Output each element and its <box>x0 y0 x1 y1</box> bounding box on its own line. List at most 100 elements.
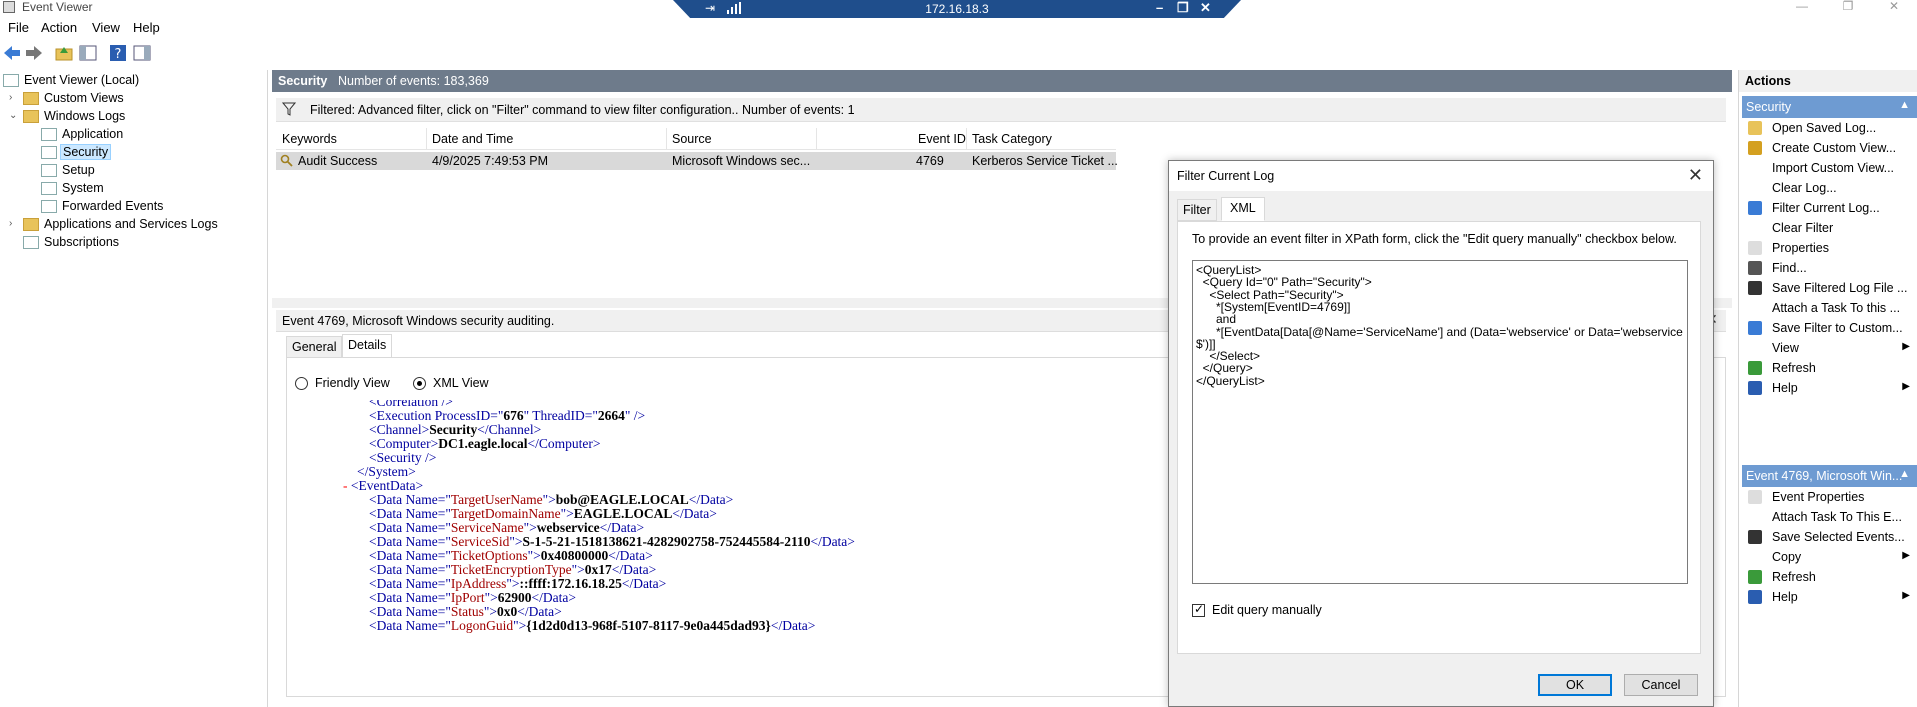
column-separator[interactable] <box>666 128 667 150</box>
dialog-close-icon[interactable]: ✕ <box>1688 165 1703 186</box>
column-separator[interactable] <box>426 128 427 150</box>
action-label: Help <box>1772 381 1798 395</box>
menu-help[interactable]: Help <box>133 20 160 35</box>
action-label: Filter Current Log... <box>1772 201 1880 215</box>
xml-tag: "> <box>523 520 537 535</box>
svg-text:?: ? <box>115 47 122 62</box>
help-icon[interactable]: ? <box>108 43 128 63</box>
show-hide-action-pane-icon[interactable] <box>132 43 152 63</box>
xml-tag: <Data Name=" <box>369 492 451 507</box>
column-task-category[interactable]: Task Category <box>972 132 1052 148</box>
toolbar: ? <box>0 41 1917 65</box>
action-item[interactable]: Clear Log... <box>1742 178 1917 198</box>
xml-data-value: 0x17 <box>584 562 612 577</box>
column-keywords[interactable]: Keywords <box>282 132 337 148</box>
menu-file[interactable]: File <box>8 20 29 35</box>
actions-section-event[interactable]: Event 4769, Microsoft Win... ▲ <box>1742 465 1917 487</box>
ok-button[interactable]: OK <box>1538 674 1612 696</box>
xml-data-name: TicketOptions <box>450 548 528 563</box>
filter-current-log-dialog: Filter Current Log ✕ Filter XML To provi… <box>1168 160 1714 707</box>
action-label: Attach a Task To this ... <box>1772 301 1901 315</box>
chevron-right-icon[interactable]: › <box>9 218 19 229</box>
query-line: *[EventData[Data[@Name='ServiceName'] an… <box>1196 324 1683 339</box>
column-event-id[interactable]: Event ID <box>918 132 966 148</box>
help-icon <box>1748 381 1762 395</box>
clear-log-icon <box>1748 181 1762 195</box>
chevron-right-icon[interactable]: › <box>9 92 19 103</box>
tab-filter[interactable]: Filter <box>1177 199 1217 221</box>
action-item[interactable]: Save Filtered Log File ... <box>1742 278 1917 298</box>
event-viewer-icon <box>3 74 19 87</box>
actions-pane: Actions Security ▲ Open Saved Log... Crea… <box>1738 70 1917 707</box>
cancel-button[interactable]: Cancel <box>1624 674 1698 696</box>
action-item[interactable]: Refresh <box>1742 358 1917 378</box>
rd-close-icon[interactable]: ✕ <box>1200 0 1211 16</box>
action-item[interactable]: Create Custom View... <box>1742 138 1917 158</box>
submenu-arrow-icon: ▶ <box>1902 550 1910 561</box>
action-item[interactable]: Clear Filter <box>1742 218 1917 238</box>
query-text-area[interactable]: <QueryList> <Query Id="0" Path="Security… <box>1192 260 1688 584</box>
action-label: Import Custom View... <box>1772 161 1895 175</box>
action-item[interactable]: Find... <box>1742 258 1917 278</box>
collapse-up-icon[interactable]: ▲ <box>1899 468 1910 480</box>
close-icon[interactable]: ✕ <box>1871 0 1917 16</box>
column-separator[interactable] <box>816 128 817 150</box>
tab-xml[interactable]: XML <box>1221 197 1265 221</box>
checkbox-checked[interactable] <box>1192 602 1205 617</box>
action-item[interactable]: View ▶ <box>1742 338 1917 358</box>
table-row[interactable]: Audit Success 4/9/2025 7:49:53 PM Micros… <box>276 152 1118 170</box>
minimize-icon[interactable]: — <box>1779 0 1825 16</box>
column-separator[interactable] <box>966 128 967 150</box>
actions-section-security[interactable]: Security ▲ <box>1742 96 1917 118</box>
chevron-down-icon[interactable]: ⌄ <box>9 110 19 121</box>
column-date-time[interactable]: Date and Time <box>432 132 513 148</box>
xml-data-name: IpPort <box>450 590 485 605</box>
rd-restore-icon[interactable]: ❐ <box>1177 0 1189 16</box>
xml-data-name: TargetDomainName <box>450 506 561 521</box>
funnel-icon <box>1748 201 1762 215</box>
action-item[interactable]: Attach Task To This E... <box>1742 507 1917 527</box>
refresh-icon <box>1748 361 1762 375</box>
view-icon <box>1748 341 1762 355</box>
xml-tag: <Data Name=" <box>369 590 451 605</box>
refresh-icon <box>1748 570 1762 584</box>
maximize-icon[interactable]: ❐ <box>1825 0 1871 16</box>
action-item[interactable]: Filter Current Log... <box>1742 198 1917 218</box>
column-source[interactable]: Source <box>672 132 712 148</box>
xml-tag: </Data> <box>621 576 667 591</box>
action-item[interactable]: Help ▶ <box>1742 587 1917 607</box>
action-label: Save Filter to Custom... <box>1772 321 1903 335</box>
action-item[interactable]: Event Properties <box>1742 487 1917 507</box>
action-item[interactable]: Save Filter to Custom... <box>1742 318 1917 338</box>
action-item[interactable]: Save Selected Events... <box>1742 527 1917 547</box>
save-icon <box>1748 530 1762 544</box>
actions-header: Actions <box>1739 70 1917 92</box>
collapse-up-icon[interactable]: ▲ <box>1899 99 1910 111</box>
radio-off <box>295 377 308 390</box>
collapse-toggle[interactable]: - <box>343 478 348 493</box>
action-label: Save Selected Events... <box>1772 530 1905 544</box>
tab-general[interactable]: General <box>286 336 343 358</box>
back-arrow-icon[interactable] <box>2 43 22 63</box>
folder-up-icon[interactable] <box>54 43 74 63</box>
action-item[interactable]: Help ▶ <box>1742 378 1917 398</box>
show-hide-tree-icon[interactable] <box>78 43 98 63</box>
forward-arrow-icon[interactable] <box>24 43 44 63</box>
action-item[interactable]: Copy ▶ <box>1742 547 1917 567</box>
menu-view[interactable]: View <box>92 20 120 35</box>
menu-action[interactable]: Action <box>41 20 77 35</box>
tab-details[interactable]: Details <box>342 334 393 358</box>
action-item[interactable]: Attach a Task To this ... <box>1742 298 1917 318</box>
action-label: Event Properties <box>1772 490 1865 504</box>
rd-minimize-icon[interactable]: – <box>1156 0 1163 15</box>
action-item[interactable]: Open Saved Log... <box>1742 118 1917 138</box>
xml-data-value: 62900 <box>497 590 532 605</box>
action-item[interactable]: Properties <box>1742 238 1917 258</box>
submenu-arrow-icon: ▶ <box>1902 341 1910 352</box>
action-item[interactable]: Import Custom View... <box>1742 158 1917 178</box>
event-viewer-app-icon <box>3 1 15 13</box>
event-properties-icon <box>1748 490 1762 504</box>
log-icon <box>41 128 57 141</box>
log-icon <box>41 182 57 195</box>
action-item[interactable]: Refresh <box>1742 567 1917 587</box>
